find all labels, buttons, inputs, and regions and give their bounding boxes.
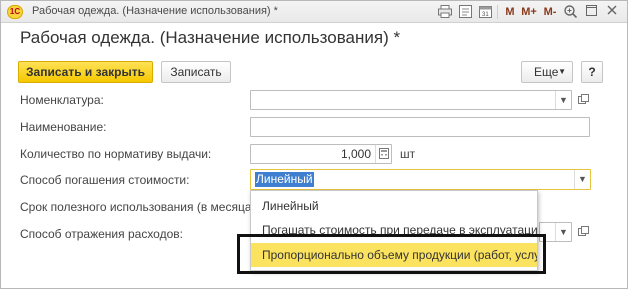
- quantity-input[interactable]: 1,000: [250, 144, 392, 164]
- close-icon[interactable]: [604, 4, 620, 20]
- open-icon[interactable]: [575, 90, 592, 110]
- calendar-icon[interactable]: 31: [477, 4, 493, 20]
- chevron-down-icon[interactable]: ▼: [555, 223, 571, 241]
- more-label: Еще: [534, 65, 559, 79]
- form-window: 1С Рабочая одежда. (Назначение использов…: [0, 0, 628, 289]
- window-title: Рабочая одежда. (Назначение использовани…: [32, 5, 278, 17]
- quantity-unit: шт: [400, 147, 416, 161]
- title-bar: 1С Рабочая одежда. (Назначение использов…: [1, 1, 627, 23]
- save-and-close-button[interactable]: Записать и закрыть: [18, 61, 153, 83]
- memory-plus-button[interactable]: M+: [519, 4, 539, 20]
- open-icon[interactable]: [575, 222, 592, 242]
- chevron-down-icon[interactable]: ▼: [574, 170, 590, 189]
- help-button[interactable]: ?: [581, 61, 603, 83]
- method-label: Способ погашения стоимости:: [20, 173, 190, 187]
- svg-text:31: 31: [482, 12, 489, 18]
- nomenclature-label: Номенклатура:: [20, 93, 104, 107]
- memory-m-button[interactable]: M: [502, 4, 518, 20]
- page-title: Рабочая одежда. (Назначение использовани…: [20, 28, 401, 47]
- name-label: Наименование:: [20, 120, 107, 134]
- method-select[interactable]: Линейный ▼: [250, 169, 591, 190]
- calculator-icon[interactable]: [375, 145, 391, 163]
- dropdown-option-linear[interactable]: Линейный: [251, 194, 537, 218]
- nomenclature-input[interactable]: ▼: [250, 90, 572, 110]
- expense-method-label: Способ отражения расходов:: [20, 227, 183, 241]
- restore-window-icon[interactable]: [583, 4, 599, 20]
- quantity-label: Количество по нормативу выдачи:: [20, 147, 212, 161]
- memory-minus-button[interactable]: M-: [541, 4, 559, 20]
- toolbar-separator: [497, 5, 498, 19]
- zoom-icon[interactable]: [562, 4, 578, 20]
- name-input[interactable]: [250, 117, 590, 137]
- quantity-value: 1,000: [340, 147, 371, 161]
- method-selected-value: Линейный: [255, 172, 314, 187]
- chevron-down-icon: ▼: [558, 67, 566, 76]
- save-button[interactable]: Записать: [161, 61, 231, 83]
- app-logo-icon: 1С: [7, 5, 23, 19]
- more-menu-button[interactable]: Еще ▼: [521, 61, 573, 83]
- useful-life-label: Срок полезного использования (в месяцах)…: [20, 200, 265, 214]
- chevron-down-icon[interactable]: ▼: [555, 91, 571, 109]
- highlight-callout-frame: [237, 234, 546, 274]
- print-icon[interactable]: [437, 4, 453, 20]
- document-icon[interactable]: [457, 4, 473, 20]
